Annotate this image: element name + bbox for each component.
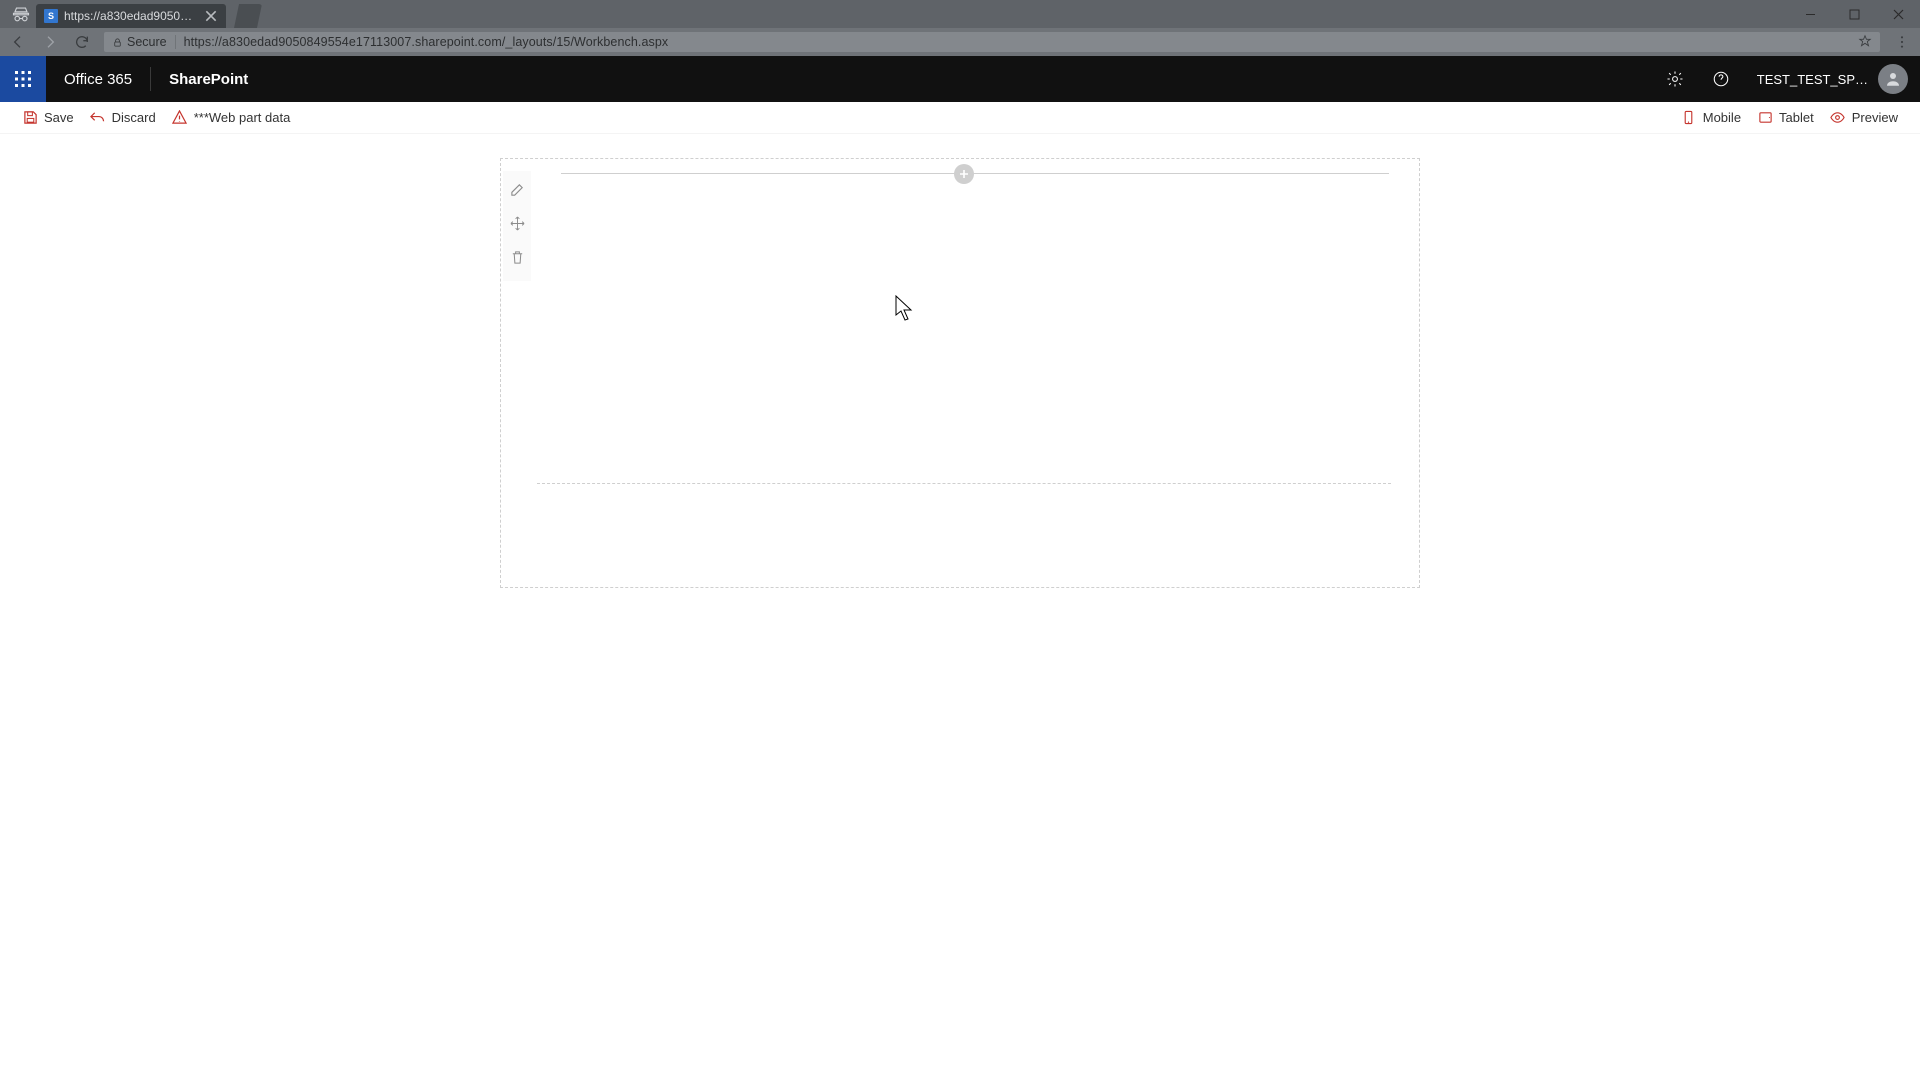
edit-icon (510, 182, 525, 197)
suite-bar: Office 365 SharePoint TEST_TEST_SP… (0, 56, 1920, 102)
browser-tab-strip: S https://a830edad905084… (0, 0, 1920, 28)
browser-address-bar: Secure https://a830edad9050849554e171130… (0, 28, 1920, 56)
discard-label: Discard (112, 110, 156, 125)
zone-divider (537, 483, 1391, 484)
suite-app-name[interactable]: SharePoint (151, 71, 266, 88)
tablet-label: Tablet (1779, 110, 1814, 125)
gear-icon (1666, 70, 1684, 88)
webpart-data-label: ***Web part data (194, 110, 291, 125)
canvas (500, 158, 1420, 1080)
mobile-icon (1681, 110, 1697, 126)
preview-button[interactable]: Preview (1822, 102, 1906, 134)
nav-back-button[interactable] (8, 32, 28, 52)
window-close-button[interactable] (1876, 0, 1920, 28)
mobile-label: Mobile (1703, 110, 1741, 125)
person-icon (1884, 70, 1902, 88)
settings-button[interactable] (1653, 56, 1697, 102)
browser-tab[interactable]: S https://a830edad905084… (36, 4, 226, 28)
tab-favicon-icon: S (44, 9, 58, 23)
command-bar: Save Discard ***Web part data Mobile Tab… (0, 102, 1920, 134)
save-button[interactable]: Save (14, 102, 82, 134)
suite-brand[interactable]: Office 365 (46, 67, 151, 91)
window-controls (1788, 0, 1920, 28)
help-button[interactable] (1699, 56, 1743, 102)
incognito-icon (10, 3, 32, 25)
url-text: https://a830edad9050849554e17113007.shar… (184, 35, 669, 49)
section-toolbar (503, 171, 531, 281)
nav-forward-button[interactable] (40, 32, 60, 52)
move-section-button[interactable] (507, 213, 527, 233)
webpart-data-button[interactable]: ***Web part data (164, 102, 299, 134)
nav-reload-button[interactable] (72, 32, 92, 52)
eye-icon (1830, 110, 1846, 126)
waffle-icon (14, 70, 32, 88)
address-input[interactable]: Secure https://a830edad9050849554e171130… (104, 32, 1880, 52)
section[interactable] (500, 158, 1420, 588)
lock-icon (112, 37, 123, 48)
secure-badge: Secure (112, 35, 176, 49)
tab-title: https://a830edad905084… (64, 9, 198, 23)
tablet-view-button[interactable]: Tablet (1749, 102, 1822, 134)
tablet-icon (1757, 110, 1773, 126)
plus-icon (958, 168, 970, 180)
edit-section-button[interactable] (507, 179, 527, 199)
save-label: Save (44, 110, 74, 125)
window-minimize-button[interactable] (1788, 0, 1832, 28)
undo-icon (90, 110, 106, 126)
secure-label: Secure (127, 35, 167, 49)
user-name: TEST_TEST_SP… (1757, 72, 1868, 87)
page-canvas-wrap (0, 134, 1920, 1080)
delete-section-button[interactable] (507, 247, 527, 267)
avatar (1878, 64, 1908, 94)
move-icon (510, 216, 525, 231)
bookmark-star-icon[interactable] (1858, 34, 1872, 51)
mobile-view-button[interactable]: Mobile (1673, 102, 1749, 134)
window-maximize-button[interactable] (1832, 0, 1876, 28)
preview-label: Preview (1852, 110, 1898, 125)
trash-icon (510, 250, 525, 265)
add-webpart-button[interactable] (954, 164, 974, 184)
tab-close-icon[interactable] (204, 9, 218, 23)
app-launcher-button[interactable] (0, 56, 46, 102)
add-webpart-line (561, 173, 1389, 174)
browser-menu-button[interactable] (1892, 32, 1912, 52)
user-menu[interactable]: TEST_TEST_SP… (1745, 64, 1914, 94)
discard-button[interactable]: Discard (82, 102, 164, 134)
new-tab-button[interactable] (234, 4, 262, 28)
save-icon (22, 110, 38, 126)
help-icon (1712, 70, 1730, 88)
warning-icon (172, 110, 188, 126)
